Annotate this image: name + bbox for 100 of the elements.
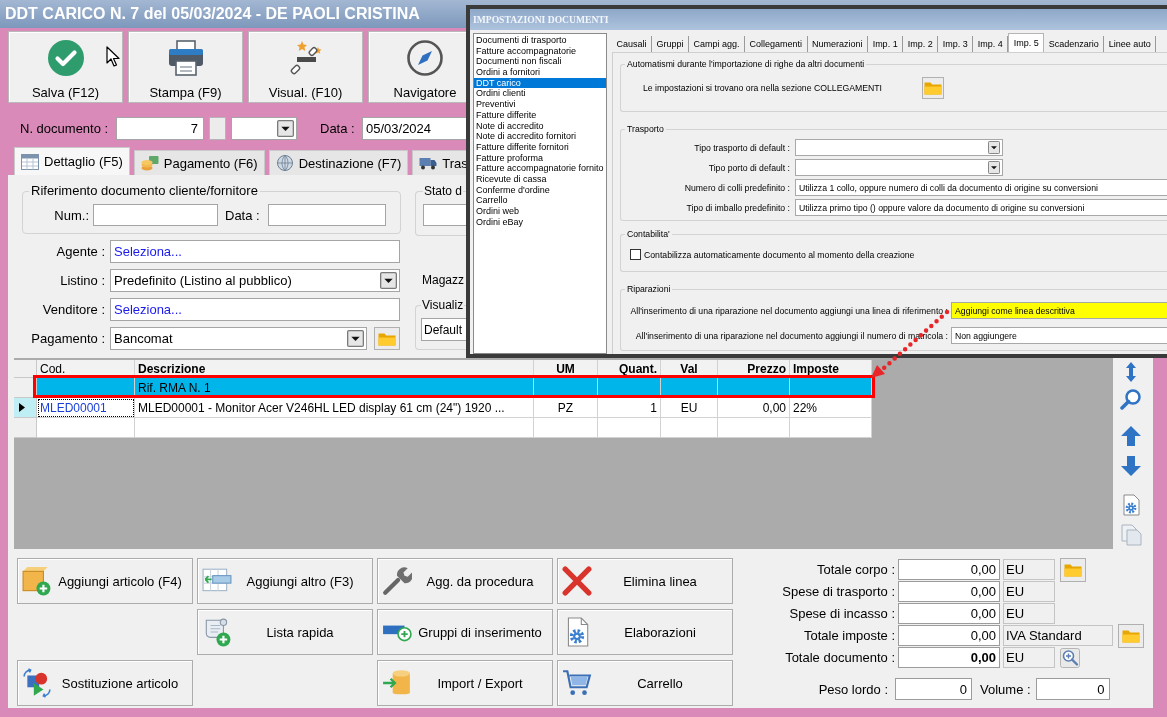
list-item[interactable]: Ordini clienti [474, 88, 606, 100]
field-label: Venditore : [41, 302, 105, 317]
total-label: Totale imposte : [802, 628, 895, 643]
group-title: Riparazioni [626, 284, 672, 294]
cart-button[interactable]: Carrello [557, 660, 733, 706]
list-item[interactable]: Ordini eBay [474, 216, 606, 228]
table-row[interactable]: Rif. RMA N. 1 [14, 378, 872, 398]
document-gear-icon[interactable] [1120, 494, 1142, 516]
list-item[interactable]: Note di accredito fornitori [474, 131, 606, 142]
list-item[interactable]: Ordini web [474, 206, 606, 217]
tab[interactable]: Imp. 5 [1008, 33, 1045, 52]
suffix-field[interactable] [209, 117, 226, 140]
group-title: Visualiz [421, 298, 465, 312]
insert-groups-button[interactable]: Gruppi di inserimento [377, 609, 553, 655]
total-value-field: 0,00 [898, 559, 1000, 580]
list-item[interactable]: Documenti di trasporto [474, 35, 606, 46]
view-field[interactable]: Default [421, 318, 466, 341]
list-item[interactable]: Note di accredito [474, 120, 606, 132]
save-button[interactable]: Salva (F12) [8, 31, 123, 103]
table-row[interactable]: MLED00001 MLED00001 - Monitor Acer V246HL LED display 61 cm (24") 1920 ... PZ 1 EU 0,00 22% [14, 398, 872, 418]
total-value-field: 0,00 [898, 647, 1000, 668]
tab[interactable]: Dettaglio (F5) [14, 147, 130, 175]
procedure-add-button[interactable]: Agg. da procedura [377, 558, 553, 604]
print-button[interactable]: Stampa (F9) [128, 31, 243, 103]
arrow-down-icon[interactable] [1120, 455, 1142, 477]
unit-field: EU [1003, 603, 1056, 624]
item-code-link[interactable]: MLED00001 [37, 398, 135, 418]
replace-article-button[interactable]: Sostituzione articolo [17, 660, 193, 706]
zoom-in-icon[interactable] [1060, 647, 1081, 668]
measure-field[interactable]: 0 [1035, 678, 1110, 700]
list-item[interactable]: Fatture differite fornitori [474, 141, 606, 153]
series-dropdown[interactable] [231, 117, 297, 140]
value-field[interactable]: Non aggiungere [951, 327, 1167, 344]
view-button[interactable]: Visual. (F10) [248, 31, 363, 103]
total-label: Spese di incasso : [788, 606, 895, 621]
navigator-button[interactable]: Navigatore [368, 31, 466, 103]
list-item[interactable]: Conferme d'ordine [474, 184, 606, 196]
caret-icon[interactable] [988, 161, 1000, 174]
button-label: Aggiungi articolo (F4) [57, 573, 183, 589]
dropdown-field[interactable]: Predefinito (Listino al pubblico) [110, 269, 400, 292]
list-item[interactable]: Fatture proforma [474, 152, 606, 164]
status-field[interactable] [423, 204, 466, 226]
selection-field[interactable]: Seleziona... [110, 240, 400, 263]
caret-icon[interactable] [277, 120, 294, 137]
row-pointer-icon [19, 403, 25, 412]
list-item[interactable]: Ordini a fornitori [474, 67, 606, 78]
list-item[interactable]: Fatture differite [474, 109, 606, 121]
group-title: Riferimento documento cliente/fornitore [30, 184, 259, 198]
list-item[interactable]: Documenti non fiscali [474, 56, 606, 68]
folder-icon [1121, 628, 1140, 643]
field-label: Data : [225, 207, 261, 223]
tab[interactable]: Pagamento (F6) [133, 150, 265, 175]
selection-field[interactable]: Seleziona... [110, 298, 400, 321]
list-item[interactable]: DDT carico [474, 77, 606, 89]
text-field[interactable]: Utilizza 1 collo, oppure numero di colli da documento di origine su conversioni [795, 179, 1167, 196]
quick-list-button[interactable]: Lista rapida [197, 609, 373, 655]
add-article-button[interactable]: Aggiungi articolo (F4) [17, 558, 193, 604]
list-item[interactable]: Fatture accompagnatorie fornito [474, 163, 606, 174]
date-field[interactable]: 05/03/2024 [362, 117, 466, 140]
field-label: Listino : [59, 273, 105, 288]
search-icon[interactable] [1120, 388, 1142, 410]
import-export-button[interactable]: Import / Export [377, 660, 553, 706]
list-item[interactable]: Fatture accompagnatorie [474, 45, 606, 57]
field-label: Num.: [53, 207, 89, 223]
measure-field[interactable]: 0 [895, 678, 972, 700]
arrow-up-icon[interactable] [1120, 425, 1142, 447]
checkbox[interactable] [630, 249, 641, 260]
button-label: Aggiungi altro (F3) [245, 573, 355, 589]
list-item[interactable]: Preventivi [474, 99, 606, 110]
globe-icon [275, 155, 294, 171]
total-label: Spese di trasporto : [781, 584, 895, 599]
tab[interactable]: Destinazione (F7) [268, 150, 409, 175]
group-title: Automatismi durante l'importazione di righe da altri documenti [626, 59, 866, 69]
list-item[interactable]: Ricevute di cassa [474, 173, 606, 185]
caret-icon[interactable] [380, 272, 397, 289]
dialog-title: IMPOSTAZIONI DOCUMENTI [473, 14, 609, 25]
delete-line-button[interactable]: Elimina linea [557, 558, 733, 604]
caret-icon[interactable] [347, 330, 364, 347]
caret-icon[interactable] [988, 141, 1000, 154]
text-field[interactable]: Utilizza primo tipo () oppure valore da documento di origine su conversioni [795, 199, 1167, 216]
dropdown-field[interactable]: Bancomat [110, 327, 367, 350]
unit-field: IVA Standard [1003, 625, 1113, 646]
value-field[interactable]: Aggiungi come linea descrittiva [951, 302, 1167, 319]
processing-button[interactable]: Elaborazioni [557, 609, 733, 655]
window-title: DDT CARICO N. 7 del 05/03/2024 - DE PAOLI CRISTINA [5, 5, 420, 23]
list-item[interactable]: Carrello [474, 195, 606, 206]
reference-number-field[interactable] [93, 204, 218, 226]
warehouse-label: Magazz [421, 273, 466, 287]
info-text: Le impostazioni si trovano ora nella sezione COLLEGAMENTI [643, 83, 883, 93]
add-other-button[interactable]: Aggiungi altro (F3) [197, 558, 373, 604]
dropdown-field[interactable] [795, 139, 1003, 156]
unit-field: EU [1003, 647, 1056, 668]
field-label: Tipo trasporto di default : [693, 142, 790, 153]
truck-icon [419, 155, 438, 171]
unit-field: EU [1003, 581, 1056, 602]
dropdown-field[interactable] [795, 159, 1003, 176]
field-label: All'inserimento di una riparazione nel documento aggiungi una linea di riferimento : [629, 305, 948, 316]
document-number-field[interactable]: 7 [116, 117, 204, 140]
table-cell [718, 418, 790, 438]
reference-date-field[interactable] [268, 204, 386, 226]
